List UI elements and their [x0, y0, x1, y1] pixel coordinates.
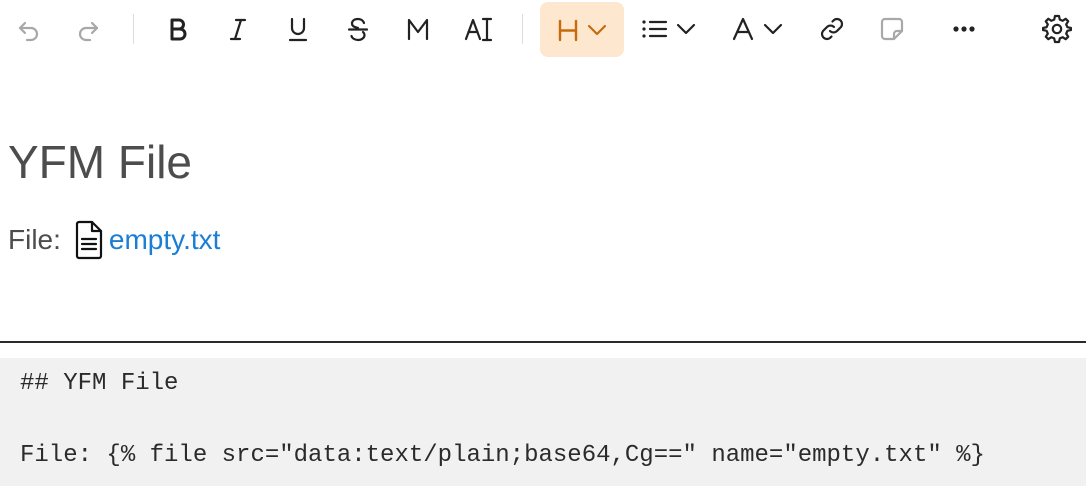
link-icon [818, 15, 846, 43]
monospace-icon [404, 15, 432, 43]
undo-icon [15, 15, 43, 43]
undo-button[interactable] [8, 6, 50, 52]
list-icon [639, 15, 669, 43]
strikethrough-button[interactable] [337, 6, 379, 52]
toolbar-separator [522, 14, 523, 44]
settings-button[interactable] [1036, 6, 1078, 52]
strikethrough-icon [344, 15, 372, 43]
gear-icon [1042, 14, 1072, 44]
text-color-icon [730, 15, 756, 43]
editor-toolbar [0, 0, 1086, 58]
bold-button[interactable] [157, 6, 199, 52]
chevron-down-icon [675, 18, 697, 40]
underline-icon [284, 15, 312, 43]
file-link[interactable]: empty.txt [109, 224, 221, 256]
redo-icon [74, 15, 102, 43]
bold-icon [164, 15, 192, 43]
text-color-dropdown[interactable] [726, 6, 788, 52]
note-icon [878, 15, 906, 43]
note-button[interactable] [871, 6, 913, 52]
file-paragraph: File: empty.txt [8, 218, 220, 262]
italic-button[interactable] [217, 6, 259, 52]
chevron-down-icon [762, 18, 784, 40]
heading-icon [556, 16, 580, 44]
chevron-down-icon [586, 19, 608, 41]
more-icon [950, 15, 978, 43]
source-line: File: {% file src="data:text/plain;base6… [20, 442, 985, 469]
text-marker-button[interactable] [457, 6, 501, 52]
toolbar-separator [133, 14, 134, 44]
redo-button[interactable] [67, 6, 109, 52]
file-label: File: [8, 224, 61, 255]
editor-divider [0, 341, 1086, 343]
link-button[interactable] [811, 6, 853, 52]
file-icon [73, 220, 105, 260]
page-title: YFM File [8, 136, 192, 188]
more-button[interactable] [943, 6, 985, 52]
text-marker-icon [464, 15, 494, 43]
list-dropdown[interactable] [636, 6, 700, 52]
source-line: ## YFM File [20, 370, 179, 397]
heading-dropdown[interactable] [540, 2, 624, 57]
monospace-button[interactable] [397, 6, 439, 52]
underline-button[interactable] [277, 6, 319, 52]
italic-icon [224, 15, 252, 43]
markdown-source-view[interactable]: ## YFM File File: {% file src="data:text… [0, 358, 1086, 486]
wysiwyg-editor[interactable]: YFM File File: empty.txt [0, 58, 1086, 342]
